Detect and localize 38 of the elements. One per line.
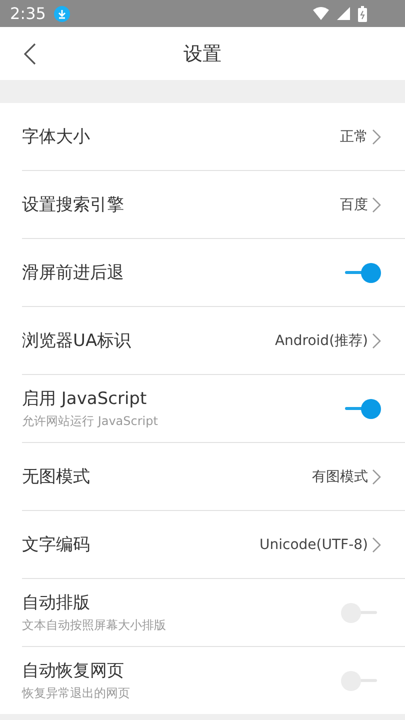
setting-label: 字体大小 <box>22 126 90 148</box>
setting-label: 设置搜索引擎 <box>22 194 124 216</box>
setting-value: 百度 <box>340 196 368 214</box>
setting-value: 有图模式 <box>312 468 368 486</box>
settings-row[interactable]: 文字编码 Unicode(UTF-8) <box>22 510 405 578</box>
setting-description: 允许网站运行 JavaScript <box>22 413 158 430</box>
settings-row[interactable]: 设置搜索引擎 百度 <box>22 170 405 238</box>
status-time: 2:35 <box>10 4 46 23</box>
settings-row[interactable]: 无图模式 有图模式 <box>22 442 405 510</box>
download-icon <box>54 6 70 22</box>
setting-value: 正常 <box>340 128 368 146</box>
battery-icon <box>358 6 367 22</box>
wifi-icon <box>313 7 329 20</box>
chevron-icon <box>372 196 381 212</box>
page-title: 设置 <box>184 42 222 66</box>
setting-label: 启用 JavaScript <box>22 388 148 410</box>
back-icon[interactable] <box>24 43 36 65</box>
setting-description: 文本自动按照屏幕大小排版 <box>22 617 166 634</box>
setting-label: 自动排版 <box>22 592 91 614</box>
chevron-icon <box>372 536 381 552</box>
settings-row[interactable]: 启用 JavaScript 允许网站运行 JavaScript <box>22 374 405 442</box>
setting-label: 滑屏前进后退 <box>22 262 124 284</box>
settings-row[interactable]: 滑屏前进后退 <box>22 238 405 306</box>
setting-label: 自动恢复网页 <box>22 660 125 682</box>
setting-label: 无图模式 <box>22 466 90 488</box>
chevron-icon <box>372 128 381 144</box>
settings-row[interactable]: 自动恢复网页 恢复异常退出的网页 <box>22 646 405 714</box>
setting-description: 恢复异常退出的网页 <box>22 685 130 702</box>
settings-row[interactable]: 自动排版 文本自动按照屏幕大小排版 <box>22 578 405 646</box>
setting-label: 文字编码 <box>22 534 90 556</box>
setting-value: Android(推荐) <box>274 332 368 350</box>
settings-row[interactable]: 浏览器UA标识 Android(推荐) <box>22 306 405 374</box>
setting-label: 浏览器UA标识 <box>22 330 132 352</box>
signal-icon <box>337 7 350 20</box>
settings-row[interactable]: 字体大小 正常 <box>22 103 405 170</box>
chevron-icon <box>372 468 381 484</box>
chevron-icon <box>372 332 381 348</box>
setting-value: Unicode(UTF-8) <box>259 536 368 552</box>
